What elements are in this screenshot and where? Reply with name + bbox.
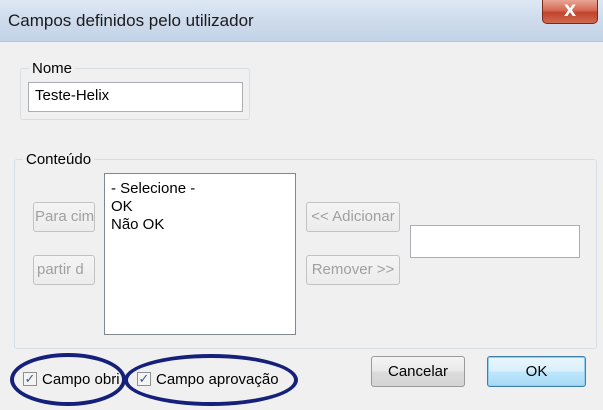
campo-aprovacao-checkbox[interactable]: ✓ Campo aprovação	[137, 369, 287, 389]
list-item[interactable]: Não OK	[111, 216, 289, 234]
campo-aprovacao-label: Campo aprovação	[156, 370, 279, 388]
check-icon: ✓	[138, 371, 150, 386]
checkbox-obrigatorio-box[interactable]: ✓	[23, 372, 37, 386]
list-item[interactable]: OK	[111, 198, 289, 216]
remove-button[interactable]: Remover >>	[306, 255, 400, 285]
campo-obrigatorio-checkbox[interactable]: ✓ Campo obri	[23, 369, 119, 389]
list-item[interactable]: - Selecione -	[111, 180, 289, 198]
close-button[interactable]: X	[542, 0, 598, 24]
checkbox-aprovacao-box[interactable]: ✓	[137, 372, 151, 386]
ok-button[interactable]: OK	[487, 356, 586, 387]
campo-obrigatorio-label: Campo obri	[42, 370, 119, 388]
window-title: Campos definidos pelo utilizador	[8, 11, 254, 30]
nome-legend: Nome	[32, 60, 73, 77]
title-bar: Campos definidos pelo utilizador X	[0, 0, 603, 42]
conteudo-legend: Conteúdo	[26, 151, 92, 168]
close-icon: X	[563, 1, 577, 20]
new-item-input[interactable]	[410, 225, 580, 258]
move-up-button[interactable]: Para cim	[33, 202, 95, 232]
nome-input[interactable]: Teste-Helix	[28, 82, 243, 112]
check-icon: ✓	[24, 371, 36, 386]
content-listbox[interactable]: - Selecione - OK Não OK	[104, 173, 296, 335]
add-button[interactable]: << Adicionar	[306, 202, 400, 232]
dialog-body: Nome Teste-Helix Conteúdo Para cim parti…	[0, 42, 603, 410]
move-down-button[interactable]: partir d	[33, 255, 95, 285]
cancel-button[interactable]: Cancelar	[371, 356, 465, 387]
